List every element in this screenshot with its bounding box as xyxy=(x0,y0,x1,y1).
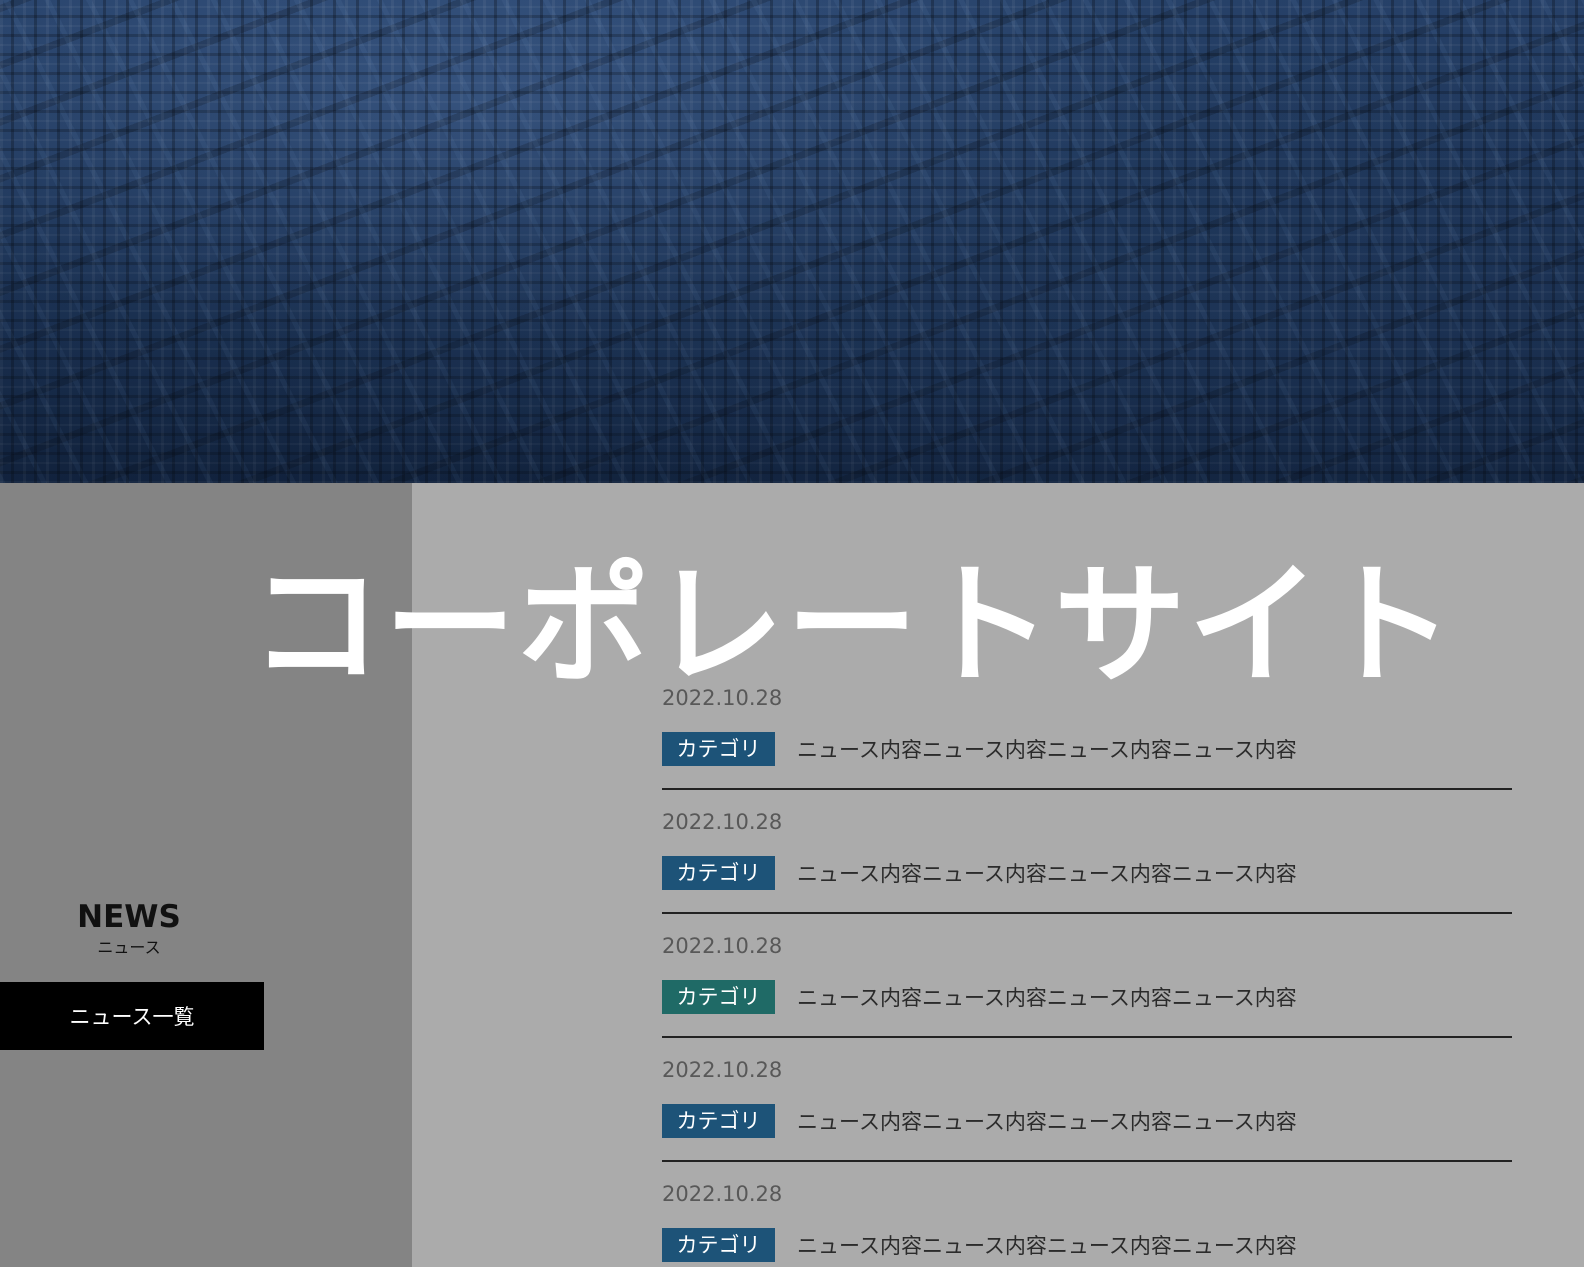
news-title[interactable]: ニュース内容ニュース内容ニュース内容ニュース内容 xyxy=(797,734,1297,764)
news-title[interactable]: ニュース内容ニュース内容ニュース内容ニュース内容 xyxy=(797,1106,1297,1136)
news-category-badge[interactable]: カテゴリ xyxy=(662,980,775,1014)
news-title[interactable]: ニュース内容ニュース内容ニュース内容ニュース内容 xyxy=(797,1230,1297,1260)
news-list: 2022.10.28 カテゴリ ニュース内容ニュース内容ニュース内容ニュース内容… xyxy=(662,680,1512,1267)
news-item[interactable]: 2022.10.28 カテゴリ ニュース内容ニュース内容ニュース内容ニュース内容 xyxy=(662,1052,1512,1162)
news-date: 2022.10.28 xyxy=(662,1182,783,1206)
news-date: 2022.10.28 xyxy=(662,934,783,958)
news-category-badge[interactable]: カテゴリ xyxy=(662,732,775,766)
news-item[interactable]: 2022.10.28 カテゴリ ニュース内容ニュース内容ニュース内容ニュース内容 xyxy=(662,804,1512,914)
news-list-button[interactable]: ニュース一覧 xyxy=(0,982,264,1050)
news-category-badge[interactable]: カテゴリ xyxy=(662,1228,775,1262)
news-date: 2022.10.28 xyxy=(662,1058,783,1082)
news-item[interactable]: 2022.10.28 カテゴリ ニュース内容ニュース内容ニュース内容ニュース内容 xyxy=(662,928,1512,1038)
news-heading-en: NEWS xyxy=(77,899,181,935)
page: コーポレートサイト NEWS ニュース ニュース一覧 2022.10.28 カテ… xyxy=(0,0,1584,1267)
news-item[interactable]: 2022.10.28 カテゴリ ニュース内容ニュース内容ニュース内容ニュース内容 xyxy=(662,1176,1512,1267)
news-heading-ja: ニュース xyxy=(97,938,161,957)
news-title[interactable]: ニュース内容ニュース内容ニュース内容ニュース内容 xyxy=(797,858,1297,888)
news-category-badge[interactable]: カテゴリ xyxy=(662,1104,775,1138)
news-date: 2022.10.28 xyxy=(662,810,783,834)
news-category-badge[interactable]: カテゴリ xyxy=(662,856,775,890)
hero-city-image xyxy=(0,0,1584,483)
news-title[interactable]: ニュース内容ニュース内容ニュース内容ニュース内容 xyxy=(797,982,1297,1012)
site-title: コーポレートサイト xyxy=(250,549,1456,703)
news-section-heading: NEWS ニュース xyxy=(0,902,258,958)
